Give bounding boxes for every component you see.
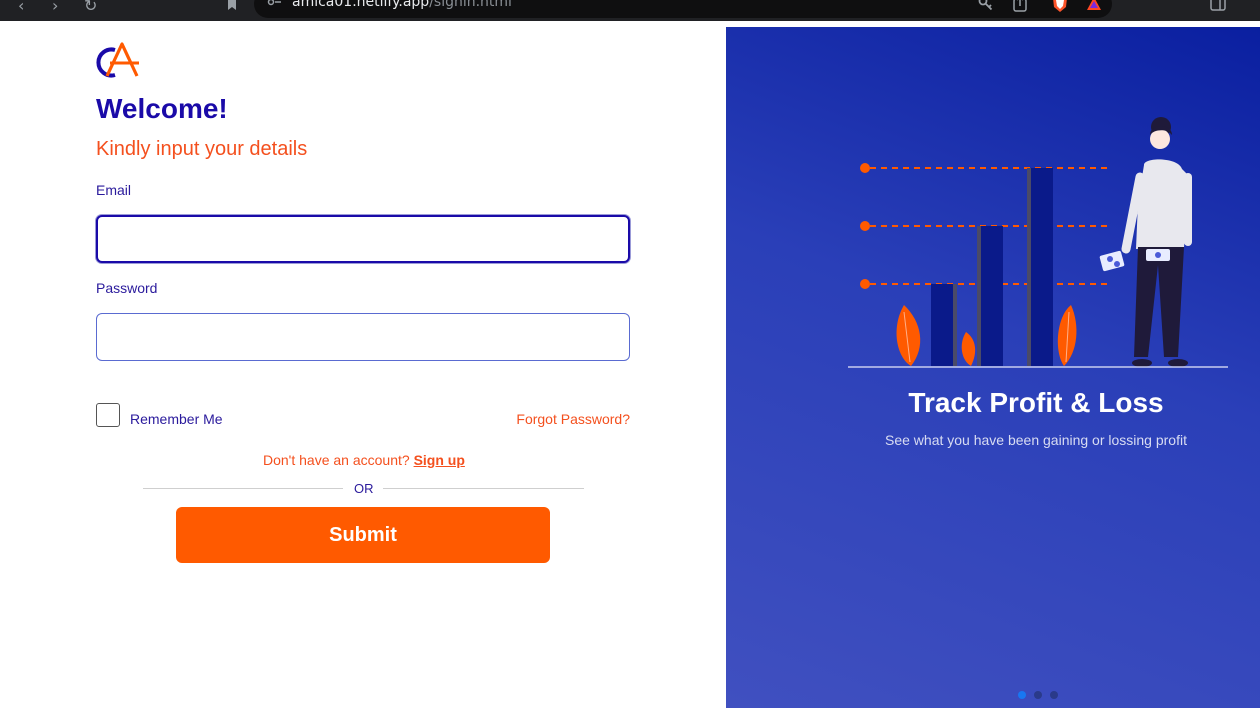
signup-prompt-text: Don't have an account? <box>263 452 410 468</box>
email-label: Email <box>96 182 132 198</box>
bars <box>931 168 1053 366</box>
back-icon[interactable]: ‹ <box>18 0 24 15</box>
share-icon[interactable] <box>1012 0 1028 12</box>
page-title: Welcome! <box>96 93 228 124</box>
divider-left <box>143 488 343 489</box>
carousel-subtitle: See what you have been gaining or lossin… <box>885 432 1187 448</box>
sidebar-icon[interactable] <box>1210 0 1226 12</box>
password-label: Password <box>96 280 158 296</box>
bookmark-icon[interactable] <box>224 0 240 12</box>
carousel-dot[interactable] <box>1018 691 1026 699</box>
carousel-dot[interactable] <box>1050 691 1058 699</box>
forgot-password-link[interactable]: Forgot Password? <box>516 411 630 427</box>
divider-right <box>383 488 584 489</box>
profit-chart-illustration <box>848 117 1228 368</box>
brand-logo <box>96 42 139 78</box>
remember-me-checkbox[interactable] <box>96 403 120 427</box>
carousel-title: Track Profit & Loss <box>908 387 1164 418</box>
page-subtitle: Kindly input your details <box>96 138 308 160</box>
carousel-dot[interactable] <box>1034 691 1042 699</box>
brave-shield-icon[interactable] <box>1052 0 1068 12</box>
promo-carousel: Track Profit & Loss See what you have be… <box>726 27 1260 708</box>
brave-rewards-icon[interactable] <box>1086 0 1102 12</box>
person-figure <box>1099 117 1192 367</box>
reload-icon[interactable]: ↻ <box>84 0 97 15</box>
submit-button[interactable]: Submit <box>176 507 550 563</box>
password-field[interactable] <box>96 313 630 361</box>
signin-panel: Welcome! Kindly input your details Email… <box>0 21 726 708</box>
browser-toolbar: ‹ › ↻ amica01.netlify.app/signin.html <box>0 0 1260 21</box>
email-field[interactable] <box>96 215 630 263</box>
forward-icon[interactable]: › <box>52 0 58 15</box>
signup-link[interactable]: Sign up <box>414 452 465 468</box>
address-bar-url: amica01.netlify.app/signin.html <box>292 0 512 10</box>
key-icon[interactable] <box>978 0 994 12</box>
remember-me-label[interactable]: Remember Me <box>130 411 223 427</box>
carousel-pagination <box>1018 691 1058 699</box>
or-divider-label: OR <box>354 481 374 496</box>
signup-prompt: Don't have an account? Sign up <box>263 452 465 468</box>
site-settings-icon[interactable] <box>266 0 282 12</box>
